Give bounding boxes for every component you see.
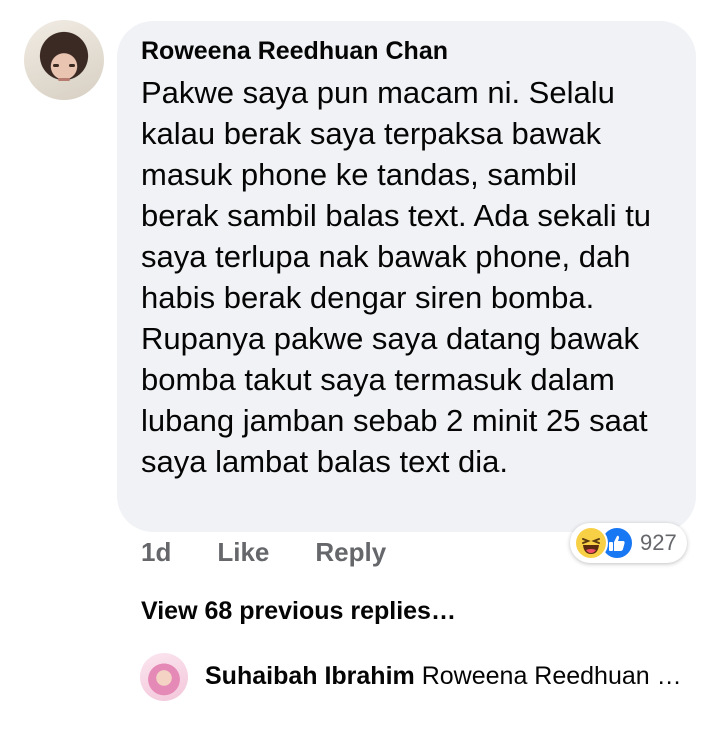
like-button[interactable]: Like (217, 537, 269, 568)
like-thumb-svg (609, 535, 625, 551)
commenter-avatar[interactable] (24, 20, 104, 100)
avatar-eye-left (53, 64, 59, 67)
reply-preview[interactable]: Suhaibah Ibrahim Roweena Reedhuan … (205, 662, 682, 691)
reply-author-avatar[interactable] (140, 653, 188, 701)
view-previous-replies-link[interactable]: View 68 previous replies… (141, 597, 456, 626)
haha-emoji-icon (574, 526, 608, 560)
reply-button[interactable]: Reply (315, 537, 386, 568)
comment-bubble: Roweena Reedhuan Chan Pakwe saya pun mac… (117, 21, 696, 532)
reply-author[interactable]: Suhaibah Ibrahim (205, 662, 415, 690)
reactions-summary[interactable]: 927 (570, 523, 687, 563)
reply-preview-text: Roweena Reedhuan … (421, 662, 682, 690)
comment-timestamp[interactable]: 1d (141, 537, 171, 568)
reaction-count: 927 (640, 530, 677, 555)
comment-text: Pakwe saya pun macam ni. Selalu kalau be… (141, 75, 652, 479)
comment-actions: 1d Like Reply (141, 537, 386, 568)
haha-emoji-svg (582, 538, 600, 554)
avatar-eye-right (69, 64, 75, 67)
comment-thread: Roweena Reedhuan Chan Pakwe saya pun mac… (0, 0, 720, 731)
comment-author[interactable]: Roweena Reedhuan Chan (141, 36, 672, 66)
avatar-mouth (58, 78, 70, 81)
